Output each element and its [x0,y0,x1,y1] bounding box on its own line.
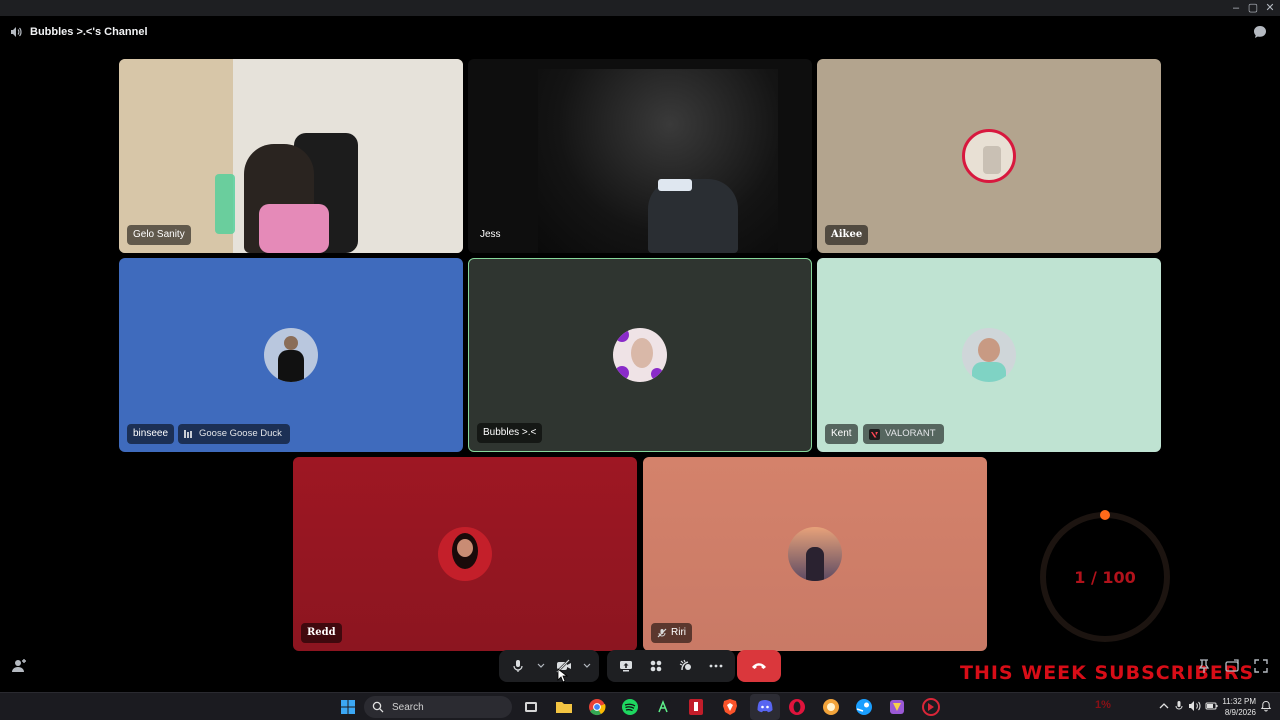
leave-call-button[interactable] [737,650,781,682]
activity-badge: Goose Goose Duck [178,424,290,444]
app-yellow-icon[interactable] [821,697,841,717]
participant-tile-kent[interactable]: Kent VALORANT [817,258,1161,452]
steam-icon[interactable] [854,697,874,717]
file-explorer-icon[interactable] [554,697,574,717]
clock-time[interactable]: 11:32 PM [1218,697,1256,706]
pop-out-icon[interactable] [1224,658,1240,674]
participant-name: Bubbles >.< [477,423,543,443]
actions-group [607,650,735,682]
more-icon [709,664,723,668]
brave-icon[interactable] [720,697,740,717]
participant-tile-binseee[interactable]: binseee Goose Goose Duck [119,258,463,452]
avatar [264,328,318,382]
soundboard-button[interactable] [671,651,701,681]
channel-name: Bubbles >.<'s Channel [30,26,148,38]
taskbar-search[interactable]: Search [364,696,512,718]
participant-name: Redd [301,623,342,643]
chat-icon[interactable] [1252,24,1268,40]
chrome-icon[interactable] [587,697,607,717]
participant-name: binseee [127,424,175,444]
subscriber-banner: THIS WEEK SUBSCRIBERS [960,662,1255,684]
phone-hangup-icon [752,663,766,669]
mic-muted-icon [657,628,667,638]
microphone-button[interactable] [503,651,533,681]
chevron-down-icon [537,663,545,668]
activity-badge: VALORANT [863,424,944,444]
app-purple-icon[interactable] [887,697,907,717]
spotify-icon[interactable] [620,697,640,717]
mic-group [499,650,599,682]
screen-share-button[interactable] [611,651,641,681]
avatar [438,527,492,581]
volume-icon[interactable] [1188,700,1202,712]
activity-name: Goose Goose Duck [199,428,282,439]
video-tile-gelo[interactable]: Gelo Sanity [119,59,463,253]
video-tile-jess[interactable]: Jess [468,59,812,253]
window-titlebar: – ▢ ✕ [0,0,1280,16]
battery-icon[interactable] [1205,700,1219,712]
windows-icon[interactable] [338,697,358,717]
participant-tile-redd[interactable]: Redd [293,457,637,651]
task-view-icon[interactable] [521,697,541,717]
app-red-icon[interactable] [686,697,706,717]
cursor-icon [557,668,569,683]
screen-share-icon [620,661,632,672]
soundboard-icon [679,659,691,671]
app-icon[interactable] [653,697,673,717]
activity-name: VALORANT [885,428,936,439]
windows-taskbar: Search 1% 11:32 PM 8/9/2026 [0,692,1280,720]
microphone-icon [513,660,523,672]
camera-options-button[interactable] [579,651,595,681]
chevron-down-icon [583,663,591,668]
more-options-button[interactable] [701,651,731,681]
search-label: Search [392,701,424,713]
discord-icon[interactable] [755,697,775,717]
microphone-tray-icon[interactable] [1174,700,1184,712]
participant-name: Jess [480,229,501,240]
channel-header: Bubbles >.<'s Channel [10,24,148,40]
valorant-icon [869,428,880,440]
participant-name-badge: Riri [651,623,692,643]
pink-pillow [259,204,329,253]
speaker-icon [11,27,22,37]
avatar [962,328,1016,382]
chevron-up-icon[interactable] [1159,702,1169,710]
search-icon [372,701,384,713]
game-icon [184,430,192,438]
avatar [613,328,667,382]
subscriber-count: 1 / 100 [1074,568,1136,587]
close-icon[interactable]: ✕ [1260,1,1280,15]
glowing-bottle [215,174,235,234]
avatar [788,527,842,581]
app-red-circle-icon[interactable] [921,697,941,717]
overlay-percent: 1% [1095,699,1111,711]
participant-name: Riri [671,627,686,638]
opera-icon[interactable] [787,697,807,717]
notification-icon[interactable] [1260,700,1272,712]
participant-tile-bubbles[interactable]: Bubbles >.< [468,258,812,452]
clock-date[interactable]: 8/9/2026 [1218,708,1256,717]
participant-name: Kent [825,424,858,444]
activities-button[interactable] [641,651,671,681]
call-controls [499,650,735,682]
pin-icon[interactable] [1196,658,1212,674]
participant-tile-riri[interactable]: Riri [643,457,987,651]
invite-icon[interactable] [11,658,27,674]
lamp-glow [658,179,692,191]
participant-name: Gelo Sanity [127,225,191,245]
activities-icon [650,660,662,672]
mic-options-button[interactable] [533,651,549,681]
participant-name: Aikee [825,225,869,245]
avatar [962,129,1016,183]
fullscreen-icon[interactable] [1253,658,1269,674]
participant-tile-aikee[interactable]: Aikee [817,59,1161,253]
